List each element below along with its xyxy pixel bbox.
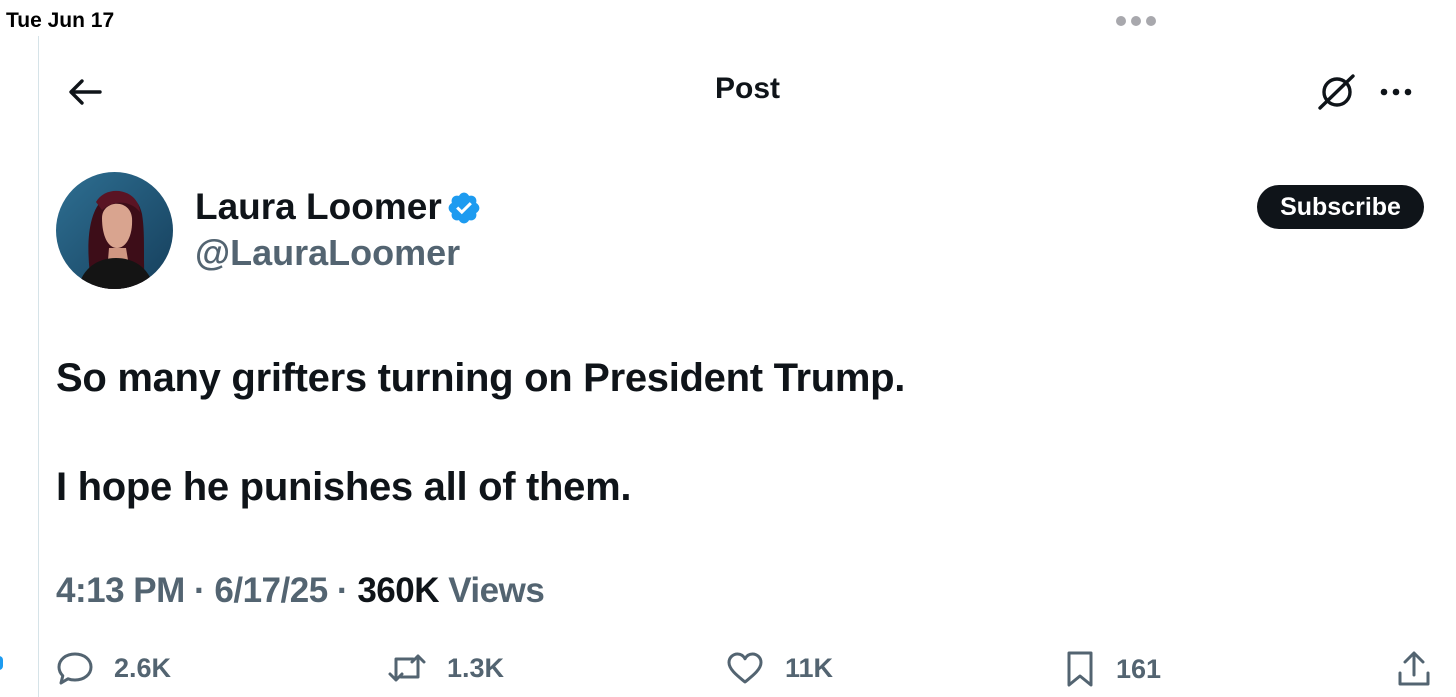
edge-indicator — [0, 656, 3, 670]
repost-count: 1.3K — [447, 652, 505, 683]
like-button[interactable]: 11K — [725, 650, 833, 686]
status-date: Tue Jun 17 — [6, 9, 115, 32]
display-name[interactable]: Laura Loomer — [195, 186, 442, 228]
verified-icon — [448, 192, 480, 224]
avatar[interactable] — [56, 172, 173, 289]
reply-button[interactable]: 2.6K — [56, 650, 171, 686]
meta-separator: · — [336, 571, 349, 610]
post-time[interactable]: 4:13 PM — [56, 571, 185, 610]
views-count: 360K — [357, 571, 439, 610]
user-handle[interactable]: @LauraLoomer — [195, 232, 460, 274]
like-icon — [727, 652, 763, 684]
share-button[interactable] — [1396, 650, 1432, 693]
meta-separator: · — [194, 571, 206, 610]
profile-photo-icon — [56, 172, 173, 289]
reply-icon — [57, 652, 93, 685]
like-count: 11K — [785, 652, 834, 683]
share-icon — [1398, 651, 1430, 686]
tweet-text-line: I hope he punishes all of them. — [56, 465, 632, 509]
post-meta: 4:13 PM · 6/17/25 · 360K Views — [56, 571, 545, 611]
bookmark-icon — [1067, 651, 1093, 687]
repost-icon — [388, 654, 426, 682]
bookmark-button[interactable]: 161 — [1064, 650, 1161, 688]
subscribe-button[interactable]: Subscribe — [1257, 185, 1424, 229]
multitasking-dots-icon[interactable] — [1116, 16, 1156, 26]
more-options-button[interactable] — [1376, 80, 1418, 104]
grok-button[interactable] — [1316, 72, 1358, 112]
reply-count: 2.6K — [114, 652, 172, 683]
page-title: Post — [714, 72, 780, 105]
tweet-text-line: So many grifters turning on President Tr… — [56, 356, 906, 400]
post-date[interactable]: 6/17/25 — [214, 571, 328, 610]
column-divider — [38, 36, 39, 697]
repost-button[interactable]: 1.3K — [387, 650, 504, 686]
grok-icon — [1318, 74, 1355, 110]
views-label: Views — [448, 571, 545, 610]
bookmark-count: 161 — [1116, 653, 1162, 684]
more-icon — [1380, 88, 1412, 96]
